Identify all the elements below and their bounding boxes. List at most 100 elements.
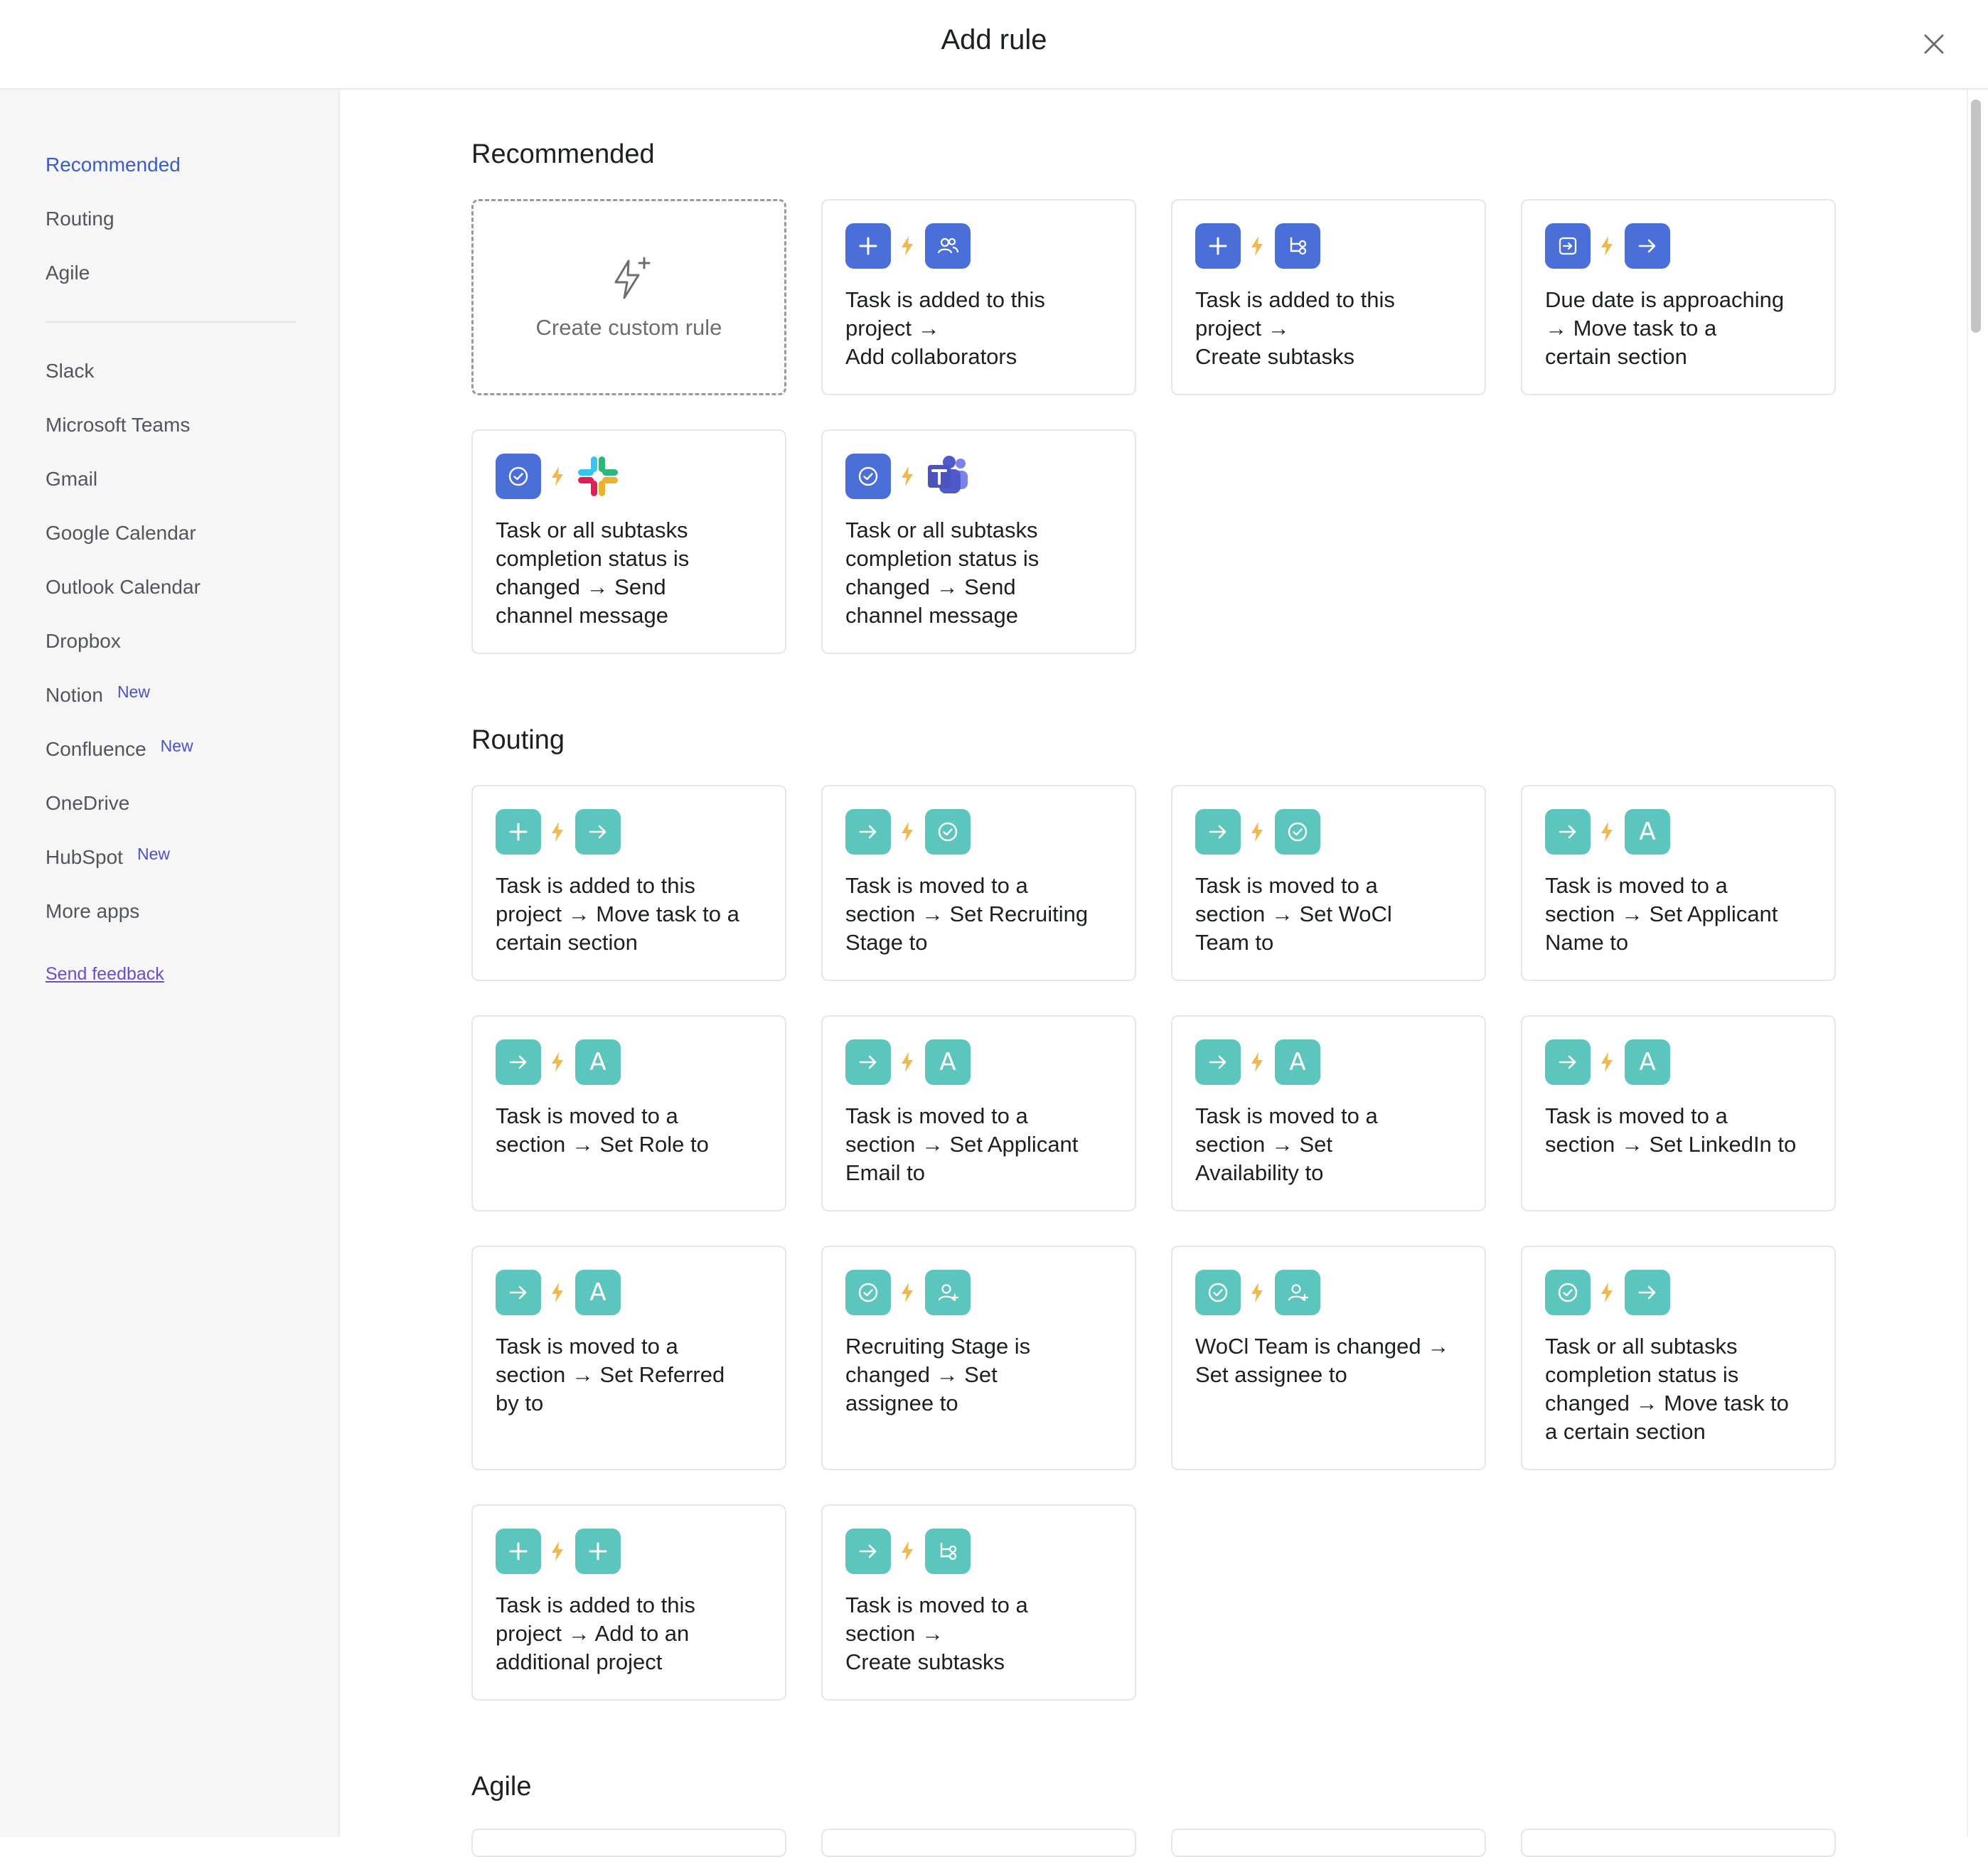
rule-card[interactable]: A Task is moved to a section → Set Appli… xyxy=(1521,785,1836,981)
sidebar-item-more-apps[interactable]: More apps xyxy=(46,900,139,923)
sidebar-item-hubspot[interactable]: HubSpot New xyxy=(46,845,170,869)
rule-text-line: Due date is approaching xyxy=(1545,287,1785,312)
bolt-icon xyxy=(899,1281,915,1304)
rule-card[interactable] xyxy=(471,1829,786,1857)
sidebar-item-label: More apps xyxy=(46,900,140,922)
rule-text-line: a certain section xyxy=(1545,1419,1706,1444)
rule-text-line: Set assignee to xyxy=(1195,1362,1347,1387)
bolt-icon xyxy=(550,820,565,843)
sidebar-item-agile[interactable]: Agile xyxy=(46,262,90,284)
rule-text-line: certain section xyxy=(496,930,638,955)
rule-card[interactable]: Due date is approaching → Move task to a… xyxy=(1521,199,1836,395)
rule-text-line: Task is moved to a xyxy=(1195,873,1378,898)
rule-card[interactable]: A Task is moved to a section → Set Linke… xyxy=(1521,1015,1836,1211)
rule-card[interactable]: A Task is moved to a section → Set Refer… xyxy=(471,1246,786,1470)
sidebar-item-onedrive[interactable]: OneDrive xyxy=(46,792,129,815)
rule-card[interactable] xyxy=(1521,1829,1836,1857)
arrow-right-icon xyxy=(575,809,621,855)
sidebar-item-label: Agile xyxy=(46,262,90,284)
sidebar-item-label: Google Calendar xyxy=(46,522,196,544)
rule-text-line: WoCl Team is changed → xyxy=(1195,1334,1450,1359)
check-circle-icon xyxy=(496,454,541,499)
scrollbar-thumb[interactable] xyxy=(1971,100,1981,333)
new-badge: New xyxy=(117,683,150,701)
arrow-right-icon xyxy=(845,809,891,855)
sidebar-item-routing[interactable]: Routing xyxy=(46,208,114,230)
sidebar-item-dropbox[interactable]: Dropbox xyxy=(46,630,121,653)
bolt-icon xyxy=(1599,1051,1615,1074)
rule-card[interactable]: Task is added to this project → Add coll… xyxy=(821,199,1136,395)
bolt-icon xyxy=(1249,235,1265,257)
rule-text-line: project → xyxy=(1195,316,1290,341)
rule-text-line: Task is added to this xyxy=(1195,287,1395,312)
rule-card[interactable]: Task or all subtasks completion status i… xyxy=(1521,1246,1836,1470)
create-custom-rule-card[interactable]: Create custom rule xyxy=(471,199,786,395)
sidebar-item-microsoft-teams[interactable]: Microsoft Teams xyxy=(46,414,190,437)
rule-card[interactable] xyxy=(1171,1829,1486,1857)
rule-text-line: Task is moved to a xyxy=(496,1334,678,1359)
sidebar-item-label: Gmail xyxy=(46,468,98,490)
rule-card[interactable]: Task is added to this project → Create s… xyxy=(1171,199,1486,395)
sidebar-item-google-calendar[interactable]: Google Calendar xyxy=(46,522,196,545)
text-field-icon: A xyxy=(575,1039,621,1085)
rule-text-line: Task or all subtasks xyxy=(1545,1334,1738,1359)
rule-card[interactable]: Recruiting Stage is changed → Set assign… xyxy=(821,1246,1136,1470)
sidebar-item-label: Dropbox xyxy=(46,630,121,652)
rule-card[interactable]: Task is added to this project → Move tas… xyxy=(471,785,786,981)
bolt-icon xyxy=(1249,1281,1265,1304)
rule-card[interactable]: Task is added to this project → Add to a… xyxy=(471,1504,786,1701)
sidebar-divider xyxy=(46,321,296,323)
rule-card[interactable]: Task is moved to a section → Set WoCl Te… xyxy=(1171,785,1486,981)
close-button[interactable] xyxy=(1917,27,1951,61)
sidebar-item-outlook-calendar[interactable]: Outlook Calendar xyxy=(46,576,201,599)
due-date-icon xyxy=(1545,223,1591,269)
rule-card[interactable]: Task or all subtasks completion status i… xyxy=(821,429,1136,654)
arrow-right-icon xyxy=(496,1039,541,1085)
slack-icon xyxy=(575,454,621,499)
rule-text-line: Task is moved to a xyxy=(1195,1103,1378,1128)
arrow-right-icon xyxy=(1625,1270,1670,1315)
rule-text-line: section → Set Role to xyxy=(496,1132,709,1157)
bolt-icon xyxy=(550,1281,565,1304)
rule-card[interactable]: A Task is moved to a section → Set Role … xyxy=(471,1015,786,1211)
sidebar-item-recommended[interactable]: Recommended xyxy=(46,154,181,176)
sidebar-item-slack[interactable]: Slack xyxy=(46,360,94,382)
bolt-icon xyxy=(899,820,915,843)
rule-text-line: Task is added to this xyxy=(496,873,695,898)
modal-title: Add rule xyxy=(941,24,1047,55)
rule-text-line: Task or all subtasks xyxy=(496,518,688,542)
rule-text-line: channel message xyxy=(845,603,1018,628)
bolt-icon xyxy=(899,235,915,257)
rule-text-line: Create subtasks xyxy=(1195,344,1354,369)
rule-text-line: Team to xyxy=(1195,930,1274,955)
rule-card[interactable]: Task is moved to a section → Set Recruit… xyxy=(821,785,1136,981)
rule-card[interactable]: Task or all subtasks completion status i… xyxy=(471,429,786,654)
arrow-right-icon xyxy=(1195,1039,1241,1085)
send-feedback-link[interactable]: Send feedback xyxy=(46,964,164,985)
rule-text-line: Task is moved to a xyxy=(1545,1103,1728,1128)
rule-card[interactable]: A Task is moved to a section → Set Avail… xyxy=(1171,1015,1486,1211)
rule-card[interactable]: WoCl Team is changed → Set assignee to xyxy=(1171,1246,1486,1470)
text-field-icon: A xyxy=(1625,809,1670,855)
section-title-recommended: Recommended xyxy=(471,139,655,169)
rule-card[interactable] xyxy=(821,1829,1136,1857)
bolt-icon xyxy=(899,1540,915,1563)
new-badge: New xyxy=(137,845,170,863)
sidebar-item-gmail[interactable]: Gmail xyxy=(46,468,97,491)
sidebar-item-label: HubSpot xyxy=(46,846,123,868)
rule-text-line: changed → Send xyxy=(496,574,666,599)
rule-text-line: Create subtasks xyxy=(845,1649,1005,1674)
arrow-right-icon xyxy=(845,1529,891,1574)
rule-text-line: Task is moved to a xyxy=(845,1103,1028,1128)
sidebar-item-confluence[interactable]: Confluence New xyxy=(46,737,193,761)
scrollbar-track[interactable] xyxy=(1967,90,1988,1837)
sidebar-item-label: Notion xyxy=(46,684,103,706)
sidebar-item-notion[interactable]: Notion New xyxy=(46,683,150,707)
sidebar-item-label: Microsoft Teams xyxy=(46,414,191,436)
rule-card[interactable]: Task is moved to a section → Create subt… xyxy=(821,1504,1136,1701)
rule-card[interactable]: A Task is moved to a section → Set Appli… xyxy=(821,1015,1136,1211)
rule-text-line: Task is moved to a xyxy=(845,873,1028,898)
assignee-icon xyxy=(925,1270,971,1315)
check-circle-icon xyxy=(1545,1270,1591,1315)
section-title-routing: Routing xyxy=(471,725,565,755)
